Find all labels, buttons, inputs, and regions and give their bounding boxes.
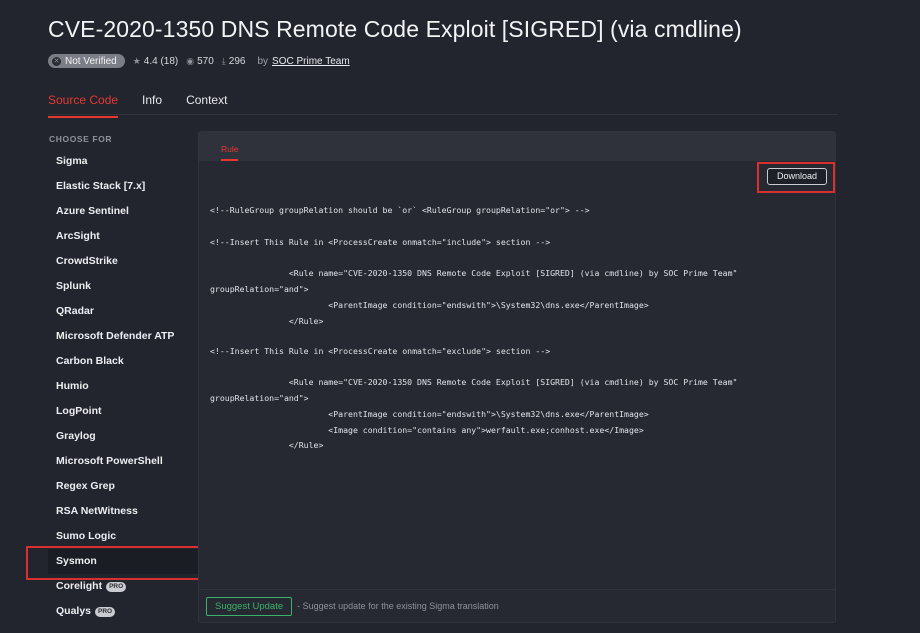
download-icon: ⤓	[221, 55, 226, 66]
downloads-stat: ⤓ 296	[222, 56, 246, 67]
eye-icon: ◉	[186, 55, 195, 66]
sidebar-item-label: Graylog	[56, 430, 96, 442]
sidebar-item-label: Microsoft PowerShell	[56, 455, 163, 467]
verification-label: Not Verified	[65, 55, 117, 67]
code-line: <!--Insert This Rule in <ProcessCreate o…	[210, 237, 551, 247]
sidebar-item-carbon-black[interactable]: Carbon Black	[48, 349, 198, 374]
pro-badge: PRO	[106, 581, 127, 592]
rule-meta: ✕ Not Verified ★ 4.4 (18) ◉ 570 ⤓ 296 by…	[48, 54, 350, 68]
star-icon: ★	[132, 55, 141, 66]
author-link[interactable]: SOC Prime Team	[272, 56, 350, 67]
sidebar-item-label: LogPoint	[56, 405, 102, 417]
views-stat: ◉ 570	[186, 56, 214, 67]
sidebar-item-crowdstrike[interactable]: CrowdStrike	[48, 249, 198, 274]
sidebar-item-microsoft-defender-atp[interactable]: Microsoft Defender ATP	[48, 324, 198, 349]
suggest-update-note: - Suggest update for the existing Sigma …	[297, 601, 499, 611]
pro-badge: PRO	[95, 606, 116, 617]
choose-for-heading: CHOOSE FOR	[49, 134, 113, 144]
sidebar-item-microsoft-powershell[interactable]: Microsoft PowerShell	[48, 449, 198, 474]
sidebar-item-arcsight[interactable]: ArcSight	[48, 224, 198, 249]
selected-item-highlight	[26, 546, 221, 580]
code-line: </Rule>	[210, 440, 324, 450]
rating-value: 4.4 (18)	[143, 55, 179, 67]
code-line: groupRelation="and">	[210, 284, 309, 294]
sidebar-item-label: QRadar	[56, 305, 94, 317]
code-line: <!--Insert This Rule in <ProcessCreate o…	[210, 346, 551, 356]
sidebar-item-label: Elastic Stack [7.x]	[56, 180, 146, 192]
downloads-count: 296	[228, 55, 246, 67]
sidebar-item-graylog[interactable]: Graylog	[48, 424, 198, 449]
sidebar-item-regex-grep[interactable]: Regex Grep	[48, 474, 198, 499]
rating-stat: ★ 4.4 (18)	[133, 56, 179, 67]
sidebar-item-label: Qualys	[56, 605, 92, 617]
sidebar-item-qualys[interactable]: Qualys PRO	[48, 599, 198, 624]
panel-footer: Suggest Update - Suggest update for the …	[199, 589, 835, 622]
x-circle-icon: ✕	[52, 56, 61, 66]
sidebar-item-rsa-netwitness[interactable]: RSA NetWitness	[48, 499, 198, 524]
sidebar-item-label: Sigma	[56, 155, 88, 167]
sidebar-item-label: CrowdStrike	[56, 255, 118, 267]
tabs-divider	[48, 114, 838, 115]
code-line: <Rule name="CVE-2020-1350 DNS Remote Cod…	[210, 268, 738, 278]
code-line: </Rule>	[210, 316, 324, 326]
download-button[interactable]: Download	[767, 168, 827, 185]
sidebar-item-elastic-stack[interactable]: Elastic Stack [7.x]	[48, 174, 198, 199]
by-label: by	[257, 55, 269, 67]
code-line: groupRelation="and">	[210, 393, 309, 403]
panel-tab-bar: Rule	[199, 132, 835, 161]
sidebar-item-label: Azure Sentinel	[56, 205, 129, 217]
sidebar-item-label: ArcSight	[56, 230, 100, 242]
code-line: <Image condition="contains any">werfault…	[210, 425, 644, 435]
sidebar-item-label: Regex Grep	[56, 480, 115, 492]
sidebar-item-sigma[interactable]: Sigma	[48, 149, 198, 174]
verification-badge: ✕ Not Verified	[48, 54, 125, 68]
sidebar-item-label: Microsoft Defender ATP	[56, 330, 175, 342]
code-line: <!--RuleGroup groupRelation should be `o…	[210, 205, 590, 215]
sidebar-item-qradar[interactable]: QRadar	[48, 299, 198, 324]
tab-rule[interactable]: Rule	[221, 144, 239, 161]
sidebar-item-humio[interactable]: Humio	[48, 374, 198, 399]
page-title: CVE-2020-1350 DNS Remote Code Exploit [S…	[48, 16, 742, 42]
code-line: <ParentImage condition="endswith">\Syste…	[210, 409, 649, 419]
sidebar-item-label: RSA NetWitness	[56, 505, 138, 517]
rule-page: CVE-2020-1350 DNS Remote Code Exploit [S…	[0, 0, 920, 633]
code-line: <ParentImage condition="endswith">\Syste…	[210, 300, 649, 310]
sidebar-item-logpoint[interactable]: LogPoint	[48, 399, 198, 424]
sidebar-item-label: Splunk	[56, 280, 92, 292]
sidebar-item-splunk[interactable]: Splunk	[48, 274, 198, 299]
sidebar-item-label: Carbon Black	[56, 355, 124, 367]
sidebar-item-label: Humio	[56, 380, 89, 392]
views-count: 570	[197, 55, 214, 67]
code-line: <Rule name="CVE-2020-1350 DNS Remote Cod…	[210, 377, 738, 387]
suggest-update-button[interactable]: Suggest Update	[206, 596, 293, 616]
sidebar-item-azure-sentinel[interactable]: Azure Sentinel	[48, 199, 198, 224]
